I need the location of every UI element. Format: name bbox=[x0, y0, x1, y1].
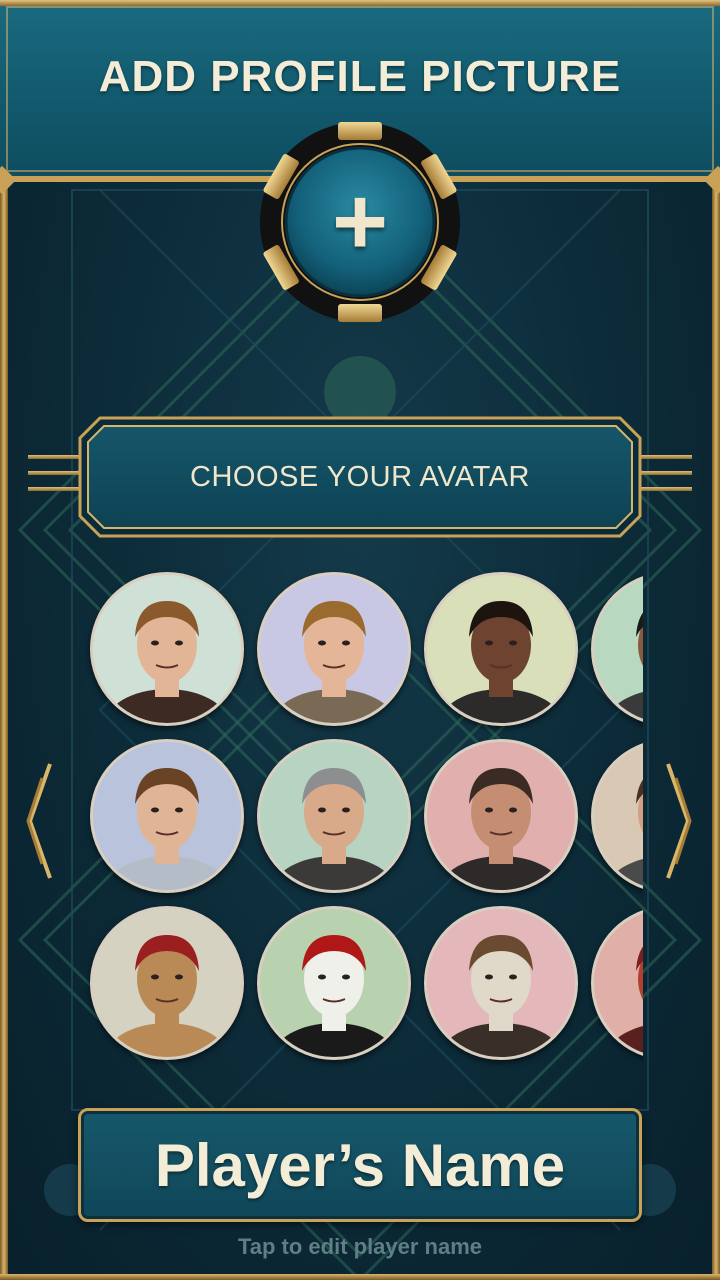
right-frame-border bbox=[712, 180, 720, 1280]
banner-left-lines bbox=[28, 455, 80, 499]
avatar-man-brown-hair[interactable] bbox=[90, 739, 244, 893]
left-frame-border bbox=[0, 180, 8, 1280]
avatar-partial-avatar-2[interactable] bbox=[591, 739, 643, 893]
avatar-portrait bbox=[427, 742, 575, 890]
chevron-left-icon[interactable] bbox=[24, 762, 54, 880]
avatar-portrait bbox=[260, 575, 408, 723]
choose-avatar-banner: CHOOSE YOUR AVATAR bbox=[78, 416, 642, 538]
avatar-portrait bbox=[427, 909, 575, 1057]
avatar-portrait bbox=[93, 742, 241, 890]
bottom-frame-border bbox=[0, 1274, 720, 1280]
edit-name-hint: Tap to edit player name bbox=[237, 1234, 483, 1259]
avatar-portrait bbox=[260, 909, 408, 1057]
avatar-man-blond-stubble[interactable] bbox=[90, 572, 244, 726]
plus-icon: + bbox=[331, 168, 389, 275]
banner-right-lines bbox=[640, 455, 692, 499]
avatar-skull-fedora[interactable] bbox=[424, 906, 578, 1060]
player-name-field[interactable]: Player’s Name bbox=[78, 1108, 642, 1222]
avatar-portrait bbox=[594, 575, 643, 723]
avatar-woman-long-hair[interactable] bbox=[257, 572, 411, 726]
add-photo-button[interactable]: + bbox=[285, 147, 435, 297]
avatar-portrait bbox=[594, 742, 643, 890]
avatar-panda-cap[interactable] bbox=[257, 906, 411, 1060]
avatar-man-slicked-hair[interactable] bbox=[424, 739, 578, 893]
player-name: Player’s Name bbox=[154, 1131, 566, 1199]
avatar-portrait bbox=[93, 575, 241, 723]
avatar-man-gray-hair[interactable] bbox=[257, 739, 411, 893]
header-top-trim bbox=[0, 0, 720, 6]
avatar-man-goatee[interactable] bbox=[424, 572, 578, 726]
profile-photo-chip: + bbox=[258, 120, 462, 324]
avatar-portrait bbox=[594, 909, 643, 1057]
avatar-partial-avatar-1[interactable] bbox=[591, 572, 643, 726]
chevron-right-icon[interactable] bbox=[664, 762, 694, 880]
section-title: CHOOSE YOUR AVATAR bbox=[190, 460, 530, 493]
avatar-portrait bbox=[260, 742, 408, 890]
avatar-portrait bbox=[427, 575, 575, 723]
avatar-portrait bbox=[93, 909, 241, 1057]
avatar-camel-fez[interactable] bbox=[90, 906, 244, 1060]
avatar-partial-avatar-3[interactable] bbox=[591, 906, 643, 1060]
page-title: ADD PROFILE PICTURE bbox=[98, 52, 622, 101]
avatar-grid bbox=[80, 560, 643, 1070]
